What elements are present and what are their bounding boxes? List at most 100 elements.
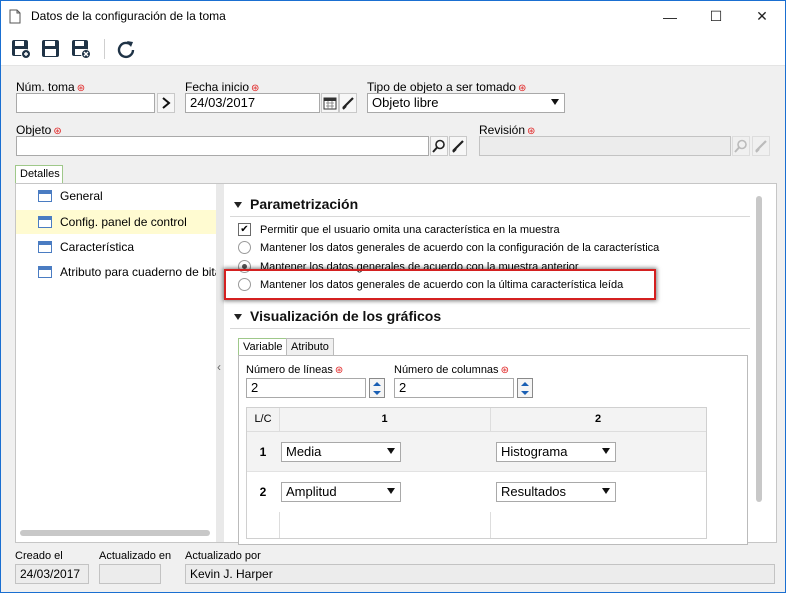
save-close-button[interactable] [69, 37, 93, 61]
maximize-button[interactable]: ☐ [693, 1, 739, 32]
divider [230, 328, 750, 329]
column-header: 1 [381, 413, 388, 425]
objeto-clear-button[interactable] [449, 136, 467, 156]
refresh-button[interactable] [114, 37, 138, 61]
divider [230, 216, 750, 217]
toolbar-separator [104, 39, 105, 59]
revision-search-button [732, 136, 750, 156]
sidebar-item-label: Atributo para cuaderno de bitác [60, 265, 216, 279]
tab-atributo[interactable]: Atributo [286, 338, 334, 356]
chevron-down-icon [602, 448, 610, 454]
title-bar: Datos de la configuración de la toma — ☐… [1, 1, 785, 32]
objeto-input[interactable] [16, 136, 429, 156]
parametrizacion-header[interactable]: Parametrización [234, 196, 358, 212]
revision-input [479, 136, 731, 156]
num-columnas-input[interactable]: 2 [394, 378, 514, 398]
clear-date-button[interactable] [339, 93, 357, 113]
details-vertical-scrollbar[interactable] [756, 196, 762, 502]
chart-type-select[interactable]: Media [281, 442, 401, 462]
sidebar-item-label: Config. panel de control [60, 215, 187, 229]
revision-label: Revisión ⊛ [479, 123, 536, 137]
sidebar-horizontal-scrollbar[interactable] [20, 530, 210, 536]
check-icon: ✔ [240, 223, 249, 235]
sidebar-item-config-panel[interactable]: Config. panel de control [16, 210, 216, 234]
chevron-down-icon [387, 448, 395, 454]
refresh-icon [117, 41, 135, 59]
tipo-objeto-label: Tipo de objeto a ser tomado ⊛ [367, 80, 527, 94]
option-omitir-caracteristica[interactable]: ✔ Permitir que el usuario omita una cara… [238, 223, 560, 236]
chevron-down-icon [551, 99, 559, 105]
eraser-icon [452, 140, 464, 153]
objeto-search-button[interactable] [430, 136, 448, 156]
chart-type-select[interactable]: Resultados [496, 482, 616, 502]
save-new-button[interactable] [9, 37, 33, 61]
num-toma-next-button[interactable] [157, 93, 175, 113]
arrow-up-icon [373, 381, 381, 386]
highlight-box [224, 269, 656, 300]
save-new-icon [12, 40, 31, 59]
panel-splitter[interactable]: ‹ [216, 184, 224, 542]
arrow-down-icon [373, 390, 381, 395]
arrow-down-icon [521, 390, 529, 395]
chart-type-select[interactable]: Amplitud [281, 482, 401, 502]
dialog-window: Datos de la configuración de la toma — ☐… [0, 0, 786, 593]
form-icon [38, 241, 52, 253]
minimize-icon: — [663, 8, 677, 25]
num-toma-label: Núm. toma ⊛ [16, 80, 86, 94]
actualizado-en-value [99, 564, 161, 584]
calendar-button[interactable] [321, 93, 339, 113]
calendar-icon [323, 97, 337, 110]
actualizado-en-label: Actualizado en [99, 550, 172, 562]
option-config-caracteristica[interactable]: Mantener los datos generales de acuerdo … [238, 241, 659, 254]
actualizado-por-label: Actualizado por [185, 550, 261, 562]
arrow-up-icon [521, 381, 529, 386]
save-close-icon [72, 40, 91, 59]
objeto-label: Objeto ⊛ [16, 123, 62, 137]
num-lineas-stepper[interactable] [369, 378, 385, 398]
sidebar-item-general[interactable]: General [16, 184, 216, 208]
details-panel: General Config. panel de control Caracte… [15, 183, 777, 545]
close-icon: ✕ [756, 8, 768, 24]
chart-grid-table: L/C 1 2 1 Media Histograma 2 Amplitud Re… [246, 407, 707, 539]
fecha-inicio-input[interactable]: 24/03/2017 [185, 93, 320, 113]
close-button[interactable]: ✕ [739, 1, 785, 32]
collapse-triangle-icon [234, 202, 242, 209]
tipo-objeto-select[interactable]: Objeto libre [367, 93, 565, 113]
checkbox[interactable]: ✔ [238, 223, 251, 236]
minimize-button[interactable]: — [647, 1, 693, 32]
maximize-icon: ☐ [709, 8, 723, 24]
chevron-right-icon [162, 97, 171, 109]
num-lineas-input[interactable]: 2 [246, 378, 366, 398]
eraser-icon [755, 140, 767, 153]
num-columnas-label: Número de columnas ⊛ [394, 364, 509, 376]
window-title: Datos de la configuración de la toma [31, 9, 226, 23]
sidebar-item-label: General [60, 189, 103, 203]
num-columnas-stepper[interactable] [517, 378, 533, 398]
tab-variable[interactable]: Variable [238, 338, 288, 356]
form-content: Núm. toma ⊛ Fecha inicio ⊛ 24/03/2017 Tipo… [1, 67, 785, 592]
chart-type-select[interactable]: Histograma [496, 442, 616, 462]
form-icon [38, 190, 52, 202]
form-icon [38, 266, 52, 278]
tab-detalles[interactable]: Detalles [15, 165, 63, 184]
num-toma-input[interactable] [16, 93, 155, 113]
eraser-icon [342, 97, 354, 110]
variable-tab-panel: Número de líneas ⊛ 2 Número de columnas ⊛ … [238, 355, 748, 545]
sidebar-item-label: Característica [60, 240, 135, 254]
revision-clear-button [752, 136, 770, 156]
collapse-triangle-icon [234, 314, 242, 321]
row-header: 2 [259, 485, 267, 499]
sidebar-item-atributo[interactable]: Atributo para cuaderno de bitác [16, 260, 216, 284]
chevron-down-icon [387, 488, 395, 494]
save-button[interactable] [39, 37, 63, 61]
graficos-header[interactable]: Visualización de los gráficos [234, 308, 441, 324]
creado-value: 24/03/2017 [15, 564, 89, 584]
graficos-tabs-area: Variable Atributo Número de líneas ⊛ 2 Nú… [238, 338, 748, 545]
radio-button[interactable] [238, 241, 251, 254]
num-lineas-label: Número de líneas ⊛ [246, 364, 344, 376]
save-icon [42, 40, 59, 57]
document-icon [9, 9, 21, 24]
sidebar-item-caracteristica[interactable]: Característica [16, 235, 216, 259]
actualizado-por-value: Kevin J. Harper [185, 564, 775, 584]
table-corner: L/C [254, 413, 272, 425]
